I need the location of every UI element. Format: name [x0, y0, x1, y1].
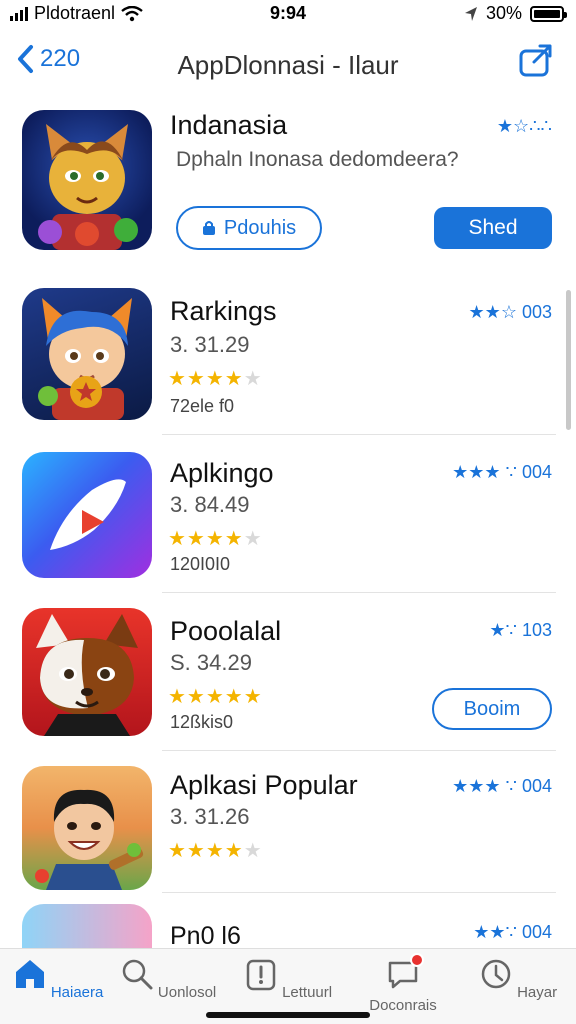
stars-off: ★	[243, 840, 263, 862]
app-list-item[interactable]: Aplkingo 3. 84.49 ★★★★★ 120I0I0 ★★★ ∵ 00…	[0, 452, 576, 602]
app-name: Pooolalal	[170, 616, 282, 646]
app-icon	[22, 110, 152, 250]
app-version: 3. 84.49	[170, 492, 250, 517]
app-icon	[22, 608, 152, 736]
tab-label: Haiaera	[50, 984, 104, 1001]
divider	[162, 892, 556, 893]
notification-badge	[410, 953, 424, 967]
notifications-icon	[386, 953, 424, 991]
tab-home[interactable]: Haiaera	[3, 957, 113, 1001]
app-rating: ★★☆ 003	[468, 302, 552, 322]
stars-on: ★★★★	[168, 528, 244, 550]
app-list-item[interactable]: Pooolalal S. 34.29 ★★★★★ 12ßkis0 ★∵ 103 …	[0, 608, 576, 758]
app-icon	[22, 452, 152, 578]
divider	[162, 592, 556, 593]
app-version: 3. 31.29	[170, 332, 250, 357]
app-list-item[interactable]: Aplkasi Popular 3. 31.26 ★★★★★ ★★★ ∵ 004	[0, 766, 576, 896]
download-count: 120I0I0	[170, 554, 231, 574]
app-name: Pn0 l6	[170, 922, 241, 948]
lock-icon	[202, 221, 215, 235]
download-count: 12ßkis0	[170, 712, 234, 732]
stars-off: ★	[243, 528, 263, 550]
stars-on: ★★★★	[168, 368, 244, 390]
tab-label: Uonlosol	[157, 984, 217, 1001]
tab-label: Lettuurl	[282, 984, 333, 1001]
featured-outline-label: Pdouhis	[223, 216, 297, 239]
navigation-bar: 220 AppDlonnasi - Ilaur	[0, 36, 576, 92]
stars-on: ★★★★★	[168, 686, 263, 708]
app-rating: ★∵ 103	[489, 620, 552, 640]
battery-icon	[530, 5, 567, 22]
featured-app[interactable]: Indanasia Dphaln Inonasa dedomdeera? ★☆∴…	[0, 110, 576, 270]
star-rating: ★★★★★	[168, 684, 263, 709]
tab-label: Doconrais	[369, 997, 437, 1014]
download-count: 72ele f0	[170, 396, 235, 416]
featured-outline-button[interactable]: Pdouhis	[176, 206, 322, 250]
tab-updates[interactable]: Lettuurl	[233, 957, 343, 1001]
divider	[162, 434, 556, 435]
app-icon	[22, 766, 152, 890]
app-name: Indanasia	[170, 110, 288, 140]
page-title: AppDlonnasi - Ilaur	[177, 50, 399, 80]
battery-percent: 30%	[485, 3, 522, 23]
tab-search[interactable]: Uonlosol	[113, 957, 223, 1001]
tab-notifications[interactable]: Doconrais	[348, 953, 458, 1014]
status-bar: Pldotraenl 9:94 30%	[0, 0, 576, 28]
app-subtitle: Dphaln Inonasa dedomdeera?	[176, 148, 459, 171]
updates-icon	[246, 959, 276, 991]
scrollbar[interactable]	[566, 290, 571, 430]
app-list-item[interactable]: Pn0 l6 ★★∵ 004	[0, 904, 576, 948]
tab-label: Hayar	[517, 984, 558, 1001]
stars-on: ★★★★	[168, 840, 244, 862]
app-version: 3. 31.26	[170, 804, 250, 829]
app-rating: ★★★ ∵ 004	[452, 462, 552, 482]
featured-get-button[interactable]: Shed	[434, 207, 552, 249]
divider	[162, 750, 556, 751]
search-icon	[122, 959, 153, 990]
app-rating: ★☆∴∴	[496, 116, 552, 136]
account-icon	[481, 959, 511, 989]
star-rating: ★★★★★	[168, 526, 263, 551]
location-icon	[464, 6, 477, 21]
app-icon	[22, 288, 152, 420]
app-rating: ★★∵ 004	[473, 922, 552, 942]
open-button[interactable]: Booim	[432, 688, 552, 730]
share-icon[interactable]	[518, 42, 554, 78]
home-icon	[15, 960, 44, 988]
status-right: 30%	[464, 3, 567, 24]
app-icon	[22, 904, 152, 948]
star-rating: ★★★★★	[168, 838, 263, 863]
stars-off: ★	[243, 368, 263, 390]
app-name: Rarkings	[170, 296, 277, 326]
app-name: Aplkingo	[170, 458, 274, 488]
star-rating: ★★★★★	[168, 366, 263, 391]
app-list-item[interactable]: Rarkings 3. 31.29 ★★★★★ 72ele f0 ★★☆ 003	[0, 288, 576, 438]
tab-account[interactable]: Hayar	[463, 957, 573, 1001]
app-rating: ★★★ ∵ 004	[452, 776, 552, 796]
app-version: S. 34.29	[170, 650, 252, 675]
home-indicator	[206, 1012, 370, 1018]
app-name: Aplkasi Popular	[170, 770, 358, 800]
